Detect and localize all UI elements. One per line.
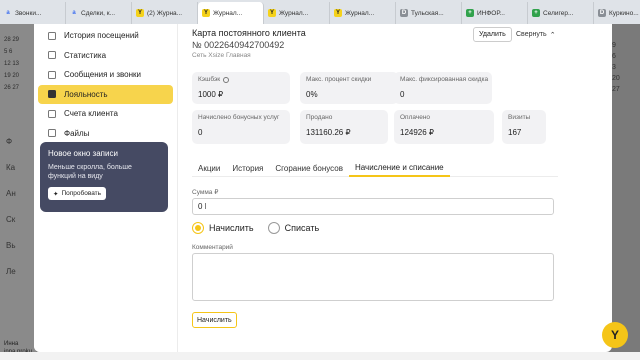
- assistant-icon[interactable]: Y: [602, 322, 628, 348]
- file-icon: [48, 129, 56, 138]
- browser-tab[interactable]: Y (2) Журна...: [132, 2, 198, 24]
- card-icon: [48, 90, 56, 99]
- amount-label: Сумма ₽: [192, 189, 219, 196]
- chevron-up-icon: ⌃: [549, 31, 556, 39]
- background-bottom-bar: [0, 352, 640, 360]
- browser-tab[interactable]: + Селигер...: [528, 2, 594, 24]
- stat-sold: Продано 131160.26 ₽: [300, 110, 388, 144]
- tab-history[interactable]: История: [226, 159, 269, 177]
- client-modal: История посещений Статистика Сообщения и…: [34, 24, 612, 352]
- promo-banner: Новое окно записи Меньше скролла, больше…: [40, 142, 168, 212]
- radio-unchecked-icon: [267, 222, 280, 234]
- modal-sidebar: История посещений Статистика Сообщения и…: [34, 24, 178, 352]
- card-number: № 0022640942700492: [192, 40, 285, 50]
- browser-tab[interactable]: D Тульская...: [396, 2, 462, 24]
- text-cursor-icon: I: [204, 202, 207, 211]
- browser-tab[interactable]: a Звонки...: [0, 2, 66, 24]
- browser-tab[interactable]: a Сделки, к...: [66, 2, 132, 24]
- stat-max-fixed: Макс. фиксированная скидка 0: [394, 72, 492, 104]
- loyalty-card-panel: Карта постоянного клиента № 002264094270…: [192, 24, 558, 352]
- browser-tab-strip: a Звонки... a Сделки, к... Y (2) Журна... Y…: [0, 0, 640, 24]
- sheet-icon: +: [466, 9, 474, 17]
- background-nav: Ф Ка Ан Ск Вь Ле: [6, 136, 16, 276]
- radio-checked-icon: [192, 222, 204, 234]
- stat-cashback: Кэшбэк 1000 ₽: [192, 72, 290, 104]
- stat-max-percent: Макс. процент скидки 0%: [300, 72, 398, 104]
- background-sidebar: 28 29 5 6 12 13 19 20 26 27 Ф Ка Ан Ск В…: [0, 24, 37, 360]
- background-mini-calendar: 28 29 5 6 12 13 19 20 26 27: [4, 37, 20, 91]
- tab-promotions[interactable]: Акции: [192, 159, 226, 177]
- stat-paid: Оплачено 124926 ₽: [394, 110, 494, 144]
- stat-accrued-services: Начислено бонусных услуг 0: [192, 110, 290, 144]
- history-icon: [48, 31, 56, 40]
- yclients-icon: Y: [202, 9, 210, 17]
- sidebar-item-files[interactable]: Файлы: [38, 124, 173, 144]
- browser-tab[interactable]: Y Журнал...: [330, 2, 396, 24]
- sheet-icon: +: [532, 9, 540, 17]
- sidebar-item-accounts[interactable]: Счета клиента: [38, 104, 173, 124]
- sparkle-icon: ✦: [53, 190, 59, 198]
- sidebar-item-loyalty[interactable]: Лояльность: [38, 84, 173, 104]
- sidebar-item-history[interactable]: История посещений: [38, 26, 173, 46]
- collapse-button[interactable]: Свернуть ⌃: [516, 27, 556, 42]
- doc-icon: D: [598, 9, 606, 17]
- radio-writeoff[interactable]: Списать: [267, 222, 319, 234]
- content-tabs: Акции История Сгорание бонусов Начислени…: [192, 159, 558, 177]
- radio-accrue[interactable]: Начислить: [192, 222, 254, 234]
- accrue-submit-button[interactable]: Начислить: [192, 312, 237, 328]
- tab-accrual-writeoff[interactable]: Начисление и списание: [348, 159, 450, 177]
- wallet-icon: [48, 109, 56, 118]
- amount-input[interactable]: 0I: [192, 198, 554, 215]
- yclients-icon: Y: [268, 9, 276, 17]
- try-button[interactable]: ✦ Попробовать: [48, 187, 107, 200]
- sidebar-item-statistics[interactable]: Статистика: [38, 46, 173, 66]
- yclients-icon: Y: [136, 9, 144, 17]
- doc-icon: D: [400, 9, 408, 17]
- browser-tab[interactable]: D Куркино...: [594, 2, 640, 24]
- card-network: Сеть Xsize Главная: [192, 52, 251, 59]
- browser-tab-active[interactable]: Y Журнал...: [198, 2, 264, 24]
- delete-button[interactable]: Удалить: [473, 27, 512, 42]
- promo-text: Меньше скролла, больше функций на виду: [48, 164, 132, 180]
- sidebar-item-messages[interactable]: Сообщения и звонки: [38, 65, 173, 85]
- stat-visits: Визиты 167: [502, 110, 546, 144]
- card-title: Карта постоянного клиента: [192, 28, 306, 38]
- chart-icon: [48, 51, 56, 60]
- comment-label: Комментарий: [192, 244, 233, 251]
- a-icon: a: [72, 10, 76, 16]
- promo-title: Новое окно записи: [48, 149, 118, 158]
- tab-bonus-expiry[interactable]: Сгорание бонусов: [269, 159, 349, 177]
- message-icon: [48, 70, 56, 79]
- background-right-column: 9 6 3 20 27: [612, 42, 620, 93]
- browser-tab[interactable]: + ИНФОР...: [462, 2, 528, 24]
- browser-tab[interactable]: Y Журнал...: [264, 2, 330, 24]
- a-icon: a: [6, 10, 10, 16]
- yclients-icon: Y: [334, 9, 342, 17]
- info-icon[interactable]: [223, 76, 230, 83]
- comment-textarea[interactable]: [192, 253, 554, 301]
- operation-radio-group: Начислить Списать: [192, 222, 327, 234]
